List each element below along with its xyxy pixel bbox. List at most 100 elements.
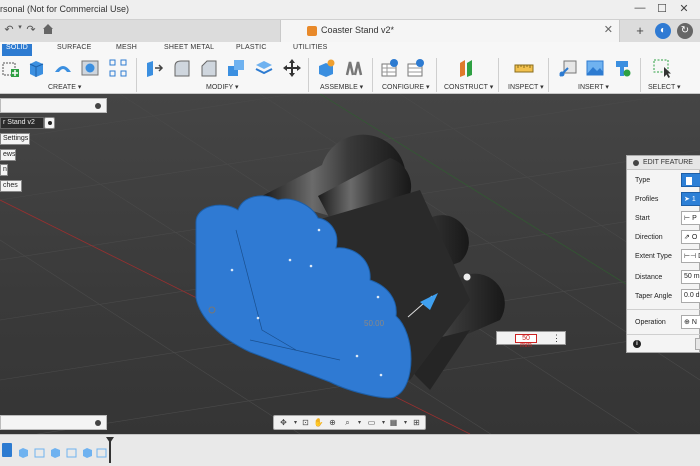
- shell-icon[interactable]: [254, 58, 274, 78]
- configure-table-icon[interactable]: [380, 58, 400, 78]
- ribbon-divider: [498, 58, 499, 92]
- type-label: Type: [635, 177, 651, 184]
- operation-label: Operation: [635, 319, 666, 326]
- tab-surface[interactable]: SURFACE: [57, 44, 91, 56]
- measure-icon[interactable]: [514, 58, 534, 78]
- extrude-icon[interactable]: [26, 58, 46, 78]
- tab-solid[interactable]: SOLID: [2, 44, 33, 56]
- type-control[interactable]: [681, 173, 700, 187]
- move-icon[interactable]: [282, 58, 302, 78]
- insert-menu[interactable]: INSERT ▾: [578, 83, 609, 91]
- pattern-icon[interactable]: [108, 58, 128, 78]
- timeline-marker-handle[interactable]: [106, 437, 114, 443]
- browser-item-origin[interactable]: n: [0, 164, 8, 176]
- direction-select[interactable]: ⇗ O: [681, 230, 700, 244]
- insert-canvas-icon[interactable]: [585, 58, 605, 78]
- start-select[interactable]: ⊢ P: [681, 211, 700, 225]
- timeline-feature-icon[interactable]: [34, 445, 45, 458]
- modify-menu[interactable]: MODIFY ▾: [206, 83, 239, 91]
- taper-manipulator-handle[interactable]: [462, 272, 472, 282]
- insert-derive-icon[interactable]: [558, 58, 578, 78]
- hole-icon[interactable]: [80, 58, 100, 78]
- joint-icon[interactable]: [344, 58, 364, 78]
- comments-panel-header[interactable]: [0, 415, 107, 430]
- select-menu[interactable]: SELECT ▾: [648, 83, 681, 91]
- pan-icon[interactable]: ✋: [312, 418, 325, 428]
- timeline-feature-icon[interactable]: [96, 445, 107, 458]
- combine-icon[interactable]: [226, 58, 246, 78]
- job-status-icon[interactable]: ↻: [677, 23, 693, 39]
- ok-button[interactable]: [695, 338, 700, 350]
- offset-plane-icon[interactable]: [456, 58, 476, 78]
- taper-angle-field[interactable]: 0.0 d: [681, 289, 700, 303]
- minimize-button[interactable]: —: [630, 2, 650, 14]
- comments-collapse-icon[interactable]: [95, 420, 101, 426]
- info-icon[interactable]: i: [633, 340, 641, 348]
- distance-label: Distance: [635, 274, 663, 281]
- browser-collapse-icon[interactable]: [95, 103, 101, 109]
- edit-feature-header[interactable]: EDIT FEATURE: [627, 156, 700, 170]
- panel-collapse-icon[interactable]: [633, 160, 639, 166]
- tab-sheet-metal[interactable]: SHEET METAL: [164, 44, 214, 56]
- document-title: Coaster Stand v2*: [321, 25, 395, 35]
- new-component-icon[interactable]: [316, 58, 336, 78]
- timeline-feature-icon[interactable]: [18, 445, 29, 458]
- redo-icon[interactable]: ↷: [24, 23, 38, 39]
- document-tab[interactable]: Coaster Stand v2* ✕: [280, 20, 620, 42]
- press-pull-icon[interactable]: [144, 58, 164, 78]
- create-menu[interactable]: CREATE ▾: [48, 83, 81, 91]
- timeline-start-icon[interactable]: [2, 443, 12, 457]
- select-cursor-icon: ➤: [684, 196, 690, 203]
- zoom-icon[interactable]: ⊕: [326, 418, 339, 428]
- distance-field[interactable]: 50 m: [681, 270, 700, 284]
- undo-icon[interactable]: ↶: [2, 23, 16, 39]
- more-options-icon[interactable]: ⋮: [552, 333, 561, 344]
- model-view[interactable]: [0, 94, 700, 434]
- ribbon-divider: [640, 58, 641, 92]
- edit-feature-title: EDIT FEATURE: [643, 159, 693, 166]
- tab-utilities[interactable]: UTILITIES: [293, 44, 327, 56]
- operation-select[interactable]: ⊕ N: [681, 315, 700, 329]
- distance-input[interactable]: 50 mm: [515, 334, 537, 349]
- viewports-icon[interactable]: ⊞: [410, 418, 423, 428]
- panel-divider: [627, 309, 700, 310]
- browser-item-sketches[interactable]: ches: [0, 180, 22, 192]
- revolve-icon[interactable]: [53, 58, 73, 78]
- home-icon[interactable]: [38, 23, 58, 39]
- tab-mesh[interactable]: MESH: [116, 44, 137, 56]
- construct-menu[interactable]: CONSTRUCT ▾: [444, 83, 493, 91]
- canvas-viewport[interactable]: 50.00: [0, 94, 700, 434]
- assemble-menu[interactable]: ASSEMBLE ▾: [320, 83, 363, 91]
- timeline-feature-icon[interactable]: [66, 445, 77, 458]
- extent-type-select[interactable]: ⊢⊣ D: [681, 249, 700, 263]
- close-tab-icon[interactable]: ✕: [604, 23, 613, 36]
- extensions-icon[interactable]: ◐: [655, 23, 671, 39]
- timeline-feature-icon[interactable]: [82, 445, 93, 458]
- navigation-bar: ✥ ▾ ⊡ ✋ ⊕ ⌕ ▾ ▭ ▾ ▦ ▾ ⊞: [273, 415, 426, 430]
- browser-panel-header[interactable]: [0, 98, 107, 113]
- create-sketch-icon[interactable]: [0, 58, 20, 78]
- maximize-button[interactable]: ☐: [652, 2, 672, 15]
- look-at-icon[interactable]: ⊡: [299, 418, 312, 428]
- select-window-icon[interactable]: [652, 58, 672, 78]
- chamfer-icon[interactable]: [199, 58, 219, 78]
- new-tab-button[interactable]: +: [632, 23, 648, 39]
- new-body-icon: ⊕: [684, 319, 690, 326]
- ribbon-divider: [308, 58, 309, 92]
- configure-theme-icon[interactable]: [406, 58, 426, 78]
- undo-dropdown-icon[interactable]: ▾: [16, 23, 24, 39]
- profiles-selector[interactable]: ➤ 1: [681, 192, 700, 206]
- insert-mcmaster-icon[interactable]: [612, 58, 632, 78]
- browser-item-settings[interactable]: Settings: [0, 133, 30, 145]
- browser-item-views[interactable]: ews: [0, 149, 16, 161]
- profiles-label: Profiles: [635, 196, 659, 203]
- configure-menu[interactable]: CONFIGURE ▾: [382, 83, 429, 91]
- close-window-button[interactable]: ✕: [674, 2, 694, 15]
- activate-radio-icon[interactable]: [44, 117, 55, 129]
- timeline-feature-icon[interactable]: [50, 445, 61, 458]
- tab-plastic[interactable]: PLASTIC: [236, 44, 267, 56]
- browser-root-item[interactable]: r Stand v2: [0, 117, 44, 129]
- inspect-menu[interactable]: INSPECT ▾: [508, 83, 544, 91]
- start-label: Start: [635, 215, 650, 222]
- fillet-icon[interactable]: [172, 58, 192, 78]
